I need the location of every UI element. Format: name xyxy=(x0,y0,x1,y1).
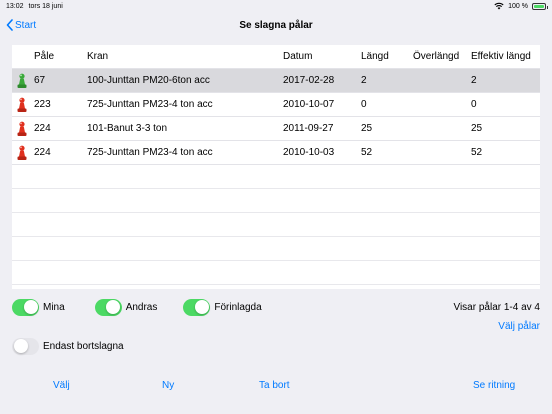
filter-controls: Mina Andras Förinlagda Visar pålar 1-4 a… xyxy=(12,296,540,318)
valj-button[interactable]: Välj xyxy=(53,380,70,391)
andras-toggle[interactable] xyxy=(94,298,122,316)
empty-row xyxy=(12,189,540,213)
red-pile-icon xyxy=(17,145,27,160)
cell-pale: 224 xyxy=(34,123,51,134)
select-piles-button[interactable]: Välj pålar xyxy=(498,321,540,332)
empty-row xyxy=(12,213,540,237)
bottom-toolbar: Välj Ny Ta bort Se ritning xyxy=(0,376,552,398)
filter-forinlagda: Förinlagda xyxy=(183,298,262,316)
ta-bort-button[interactable]: Ta bort xyxy=(259,380,290,391)
cell-langd: 0 xyxy=(361,99,367,110)
column-header-pale: Påle xyxy=(34,51,55,62)
cell-kran: 100-Junttan PM20-6ton acc xyxy=(87,75,210,86)
forinlagda-label: Förinlagda xyxy=(214,301,262,313)
cell-langd: 25 xyxy=(361,123,373,134)
column-header-datum: Datum xyxy=(283,51,313,62)
status-date: tors 18 juni xyxy=(28,2,63,10)
back-label: Start xyxy=(15,19,37,31)
cell-kran: 725-Junttan PM23-4 ton acc xyxy=(87,147,213,158)
pile-count-label: Visar pålar 1-4 av 4 xyxy=(453,301,540,313)
battery-icon xyxy=(532,2,548,10)
table-row[interactable]: 67 100-Junttan PM20-6ton acc 2017-02-28 … xyxy=(12,69,540,93)
empty-row xyxy=(12,165,540,189)
column-header-effektiv-langd: Effektiv längd xyxy=(471,51,531,62)
mina-label: Mina xyxy=(43,301,65,313)
table-row[interactable]: 223 725-Junttan PM23-4 ton acc 2010-10-0… xyxy=(12,93,540,117)
cell-datum: 2011-09-27 xyxy=(283,123,334,134)
cell-langd: 52 xyxy=(361,147,373,158)
andras-label: Andras xyxy=(125,301,158,313)
cell-effektiv-langd: 25 xyxy=(471,123,483,134)
mina-toggle[interactable] xyxy=(12,298,39,316)
endast-bortslagna-toggle[interactable] xyxy=(12,337,39,355)
piles-table: Påle Kran Datum Längd Överlängd Effektiv… xyxy=(12,45,540,289)
table-header: Påle Kran Datum Längd Överlängd Effektiv… xyxy=(12,45,540,69)
filter-andras: Andras xyxy=(94,298,158,316)
column-header-kran: Kran xyxy=(87,51,109,62)
column-header-overlangd: Överlängd xyxy=(413,51,460,62)
status-time: 13:02 xyxy=(6,2,24,10)
back-button[interactable]: Start xyxy=(6,16,36,34)
empty-row xyxy=(12,237,540,261)
wifi-icon xyxy=(494,2,504,10)
cell-datum: 2017-02-28 xyxy=(283,75,335,86)
cell-kran: 725-Junttan PM23-4 ton acc xyxy=(87,99,213,110)
cell-pale: 223 xyxy=(34,99,51,110)
battery-percent: 100 % xyxy=(508,2,528,10)
cell-pale: 67 xyxy=(34,75,46,86)
cell-effektiv-langd: 0 xyxy=(471,99,477,110)
page-title: Se slagna pålar xyxy=(239,19,313,31)
ny-button[interactable]: Ny xyxy=(162,380,174,391)
cell-pale: 224 xyxy=(34,147,51,158)
chevron-left-icon xyxy=(6,19,13,31)
endast-bortslagna-label: Endast bortslagna xyxy=(43,340,124,352)
green-pile-icon xyxy=(17,73,27,88)
cell-datum: 2010-10-03 xyxy=(283,147,335,158)
filter-endast-bortslagna: Endast bortslagna xyxy=(12,336,124,356)
se-ritning-button[interactable]: Se ritning xyxy=(473,380,515,391)
filter-mina: Mina xyxy=(12,298,65,316)
cell-effektiv-langd: 2 xyxy=(471,75,477,86)
table-row[interactable]: 224 725-Junttan PM23-4 ton acc 2010-10-0… xyxy=(12,141,540,165)
navigation-bar: Start Se slagna pålar xyxy=(0,12,552,38)
forinlagda-toggle[interactable] xyxy=(183,298,211,316)
cell-effektiv-langd: 52 xyxy=(471,147,483,158)
red-pile-icon xyxy=(17,97,27,112)
column-header-langd: Längd xyxy=(361,51,389,62)
cell-datum: 2010-10-07 xyxy=(283,99,335,110)
red-pile-icon xyxy=(17,121,27,136)
status-bar: 13:02 tors 18 juni 100 % xyxy=(0,0,552,12)
table-row[interactable]: 224 101-Banut 3-3 ton 2011-09-27 25 25 xyxy=(12,117,540,141)
cell-kran: 101-Banut 3-3 ton xyxy=(87,123,168,134)
empty-row xyxy=(12,261,540,285)
cell-langd: 2 xyxy=(361,75,367,86)
